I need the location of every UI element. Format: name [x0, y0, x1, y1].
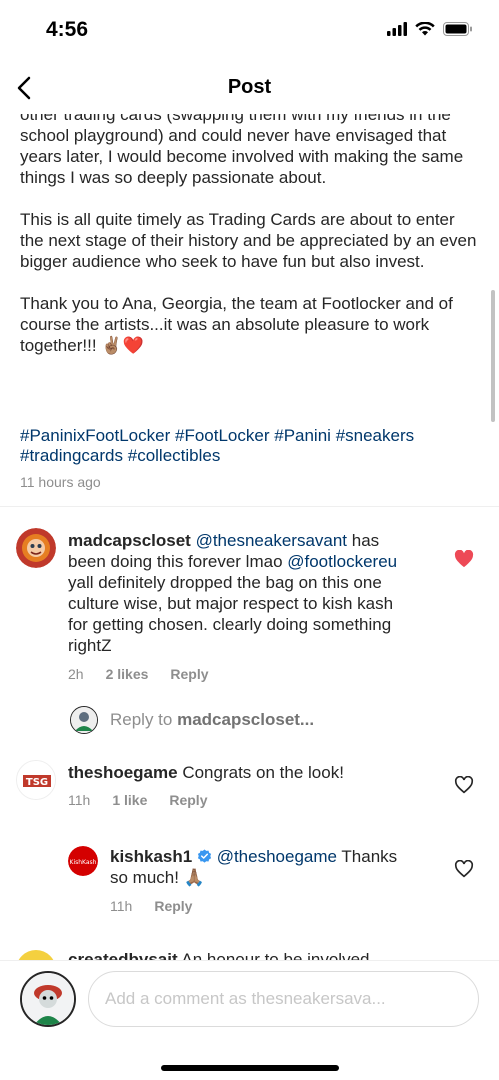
mention-link[interactable]: @theshoegame	[217, 847, 337, 866]
comment-username[interactable]: theshoegame	[68, 763, 178, 782]
comment-kishkash1: KishKash kishkash1 @theshoegame Thanks s…	[0, 840, 499, 930]
comment-likes[interactable]: 1 like	[112, 792, 147, 808]
comment-meta: 11h 1 like Reply	[68, 792, 229, 808]
status-bar: 4:56	[0, 0, 499, 62]
reply-to-row[interactable]: Reply to madcapscloset...	[70, 706, 314, 734]
mention-link[interactable]: @thesneakersavant	[196, 531, 347, 550]
comment-emoji: 🙏🏽	[183, 868, 205, 888]
avatar[interactable]	[16, 950, 56, 960]
heart-filled-icon[interactable]	[454, 550, 474, 568]
reply-to-prefix: Reply to	[110, 710, 178, 729]
heart-outline-icon[interactable]	[454, 860, 474, 878]
battery-icon	[443, 22, 472, 36]
comment-meta: 11h Reply	[110, 898, 214, 914]
divider	[0, 506, 499, 507]
comment-body: kishkash1 @theshoegame Thanks so much! 🙏…	[110, 846, 414, 889]
nav-bar: Post	[0, 62, 499, 114]
post-timestamp: 11 hours ago	[20, 474, 101, 490]
scrollbar[interactable]	[491, 290, 495, 422]
wifi-icon	[415, 22, 435, 36]
comment-body: madcapscloset @thesneakersavant has been…	[68, 530, 414, 656]
hashtag[interactable]: #FootLocker	[175, 426, 270, 445]
caption-paragraph-1: the school playground) and could never h…	[20, 114, 464, 187]
hashtag[interactable]: #sneakers	[336, 426, 414, 445]
verified-badge-icon	[197, 849, 212, 863]
hashtag-list: #PaninixFootLocker #FootLocker #Panini #…	[20, 426, 480, 466]
comment-meta: 2h 2 likes Reply	[68, 666, 231, 682]
comment-madcapscloset: madcapscloset @thesneakersavant has been…	[0, 520, 499, 690]
mention-link[interactable]: @footlockereu	[287, 552, 397, 571]
caption-cut-line: other trading cards (swapping them with …	[20, 114, 423, 124]
page-title: Post	[227, 76, 272, 98]
comment-body: theshoegame Congrats on the look!	[68, 762, 414, 783]
caption-emoji: ✌🏽❤️	[101, 336, 144, 356]
comment-time: 11h	[68, 792, 91, 808]
comment-likes[interactable]: 2 likes	[106, 666, 149, 682]
comment-time: 2h	[68, 666, 84, 682]
cellular-signal-icon	[387, 22, 407, 36]
hashtag[interactable]: #Panini	[274, 426, 331, 445]
comment-composer	[0, 960, 499, 1080]
reply-button[interactable]: Reply	[169, 792, 207, 808]
reply-button[interactable]: Reply	[170, 666, 208, 682]
caption-paragraph-3: Thank you to Ana, Georgia, the team at F…	[20, 294, 453, 355]
hashtag[interactable]: #PaninixFootLocker	[20, 426, 170, 445]
avatar[interactable]: TSG	[16, 760, 56, 800]
avatar	[70, 706, 98, 734]
hashtag[interactable]: #collectibles	[128, 446, 221, 465]
comment-username[interactable]: kishkash1	[110, 847, 192, 866]
comment-createdbysait: createdbysait An honour to be involved	[68, 950, 370, 960]
comment-input[interactable]	[88, 971, 479, 1027]
status-time: 4:56	[46, 18, 89, 41]
post-detail[interactable]: other trading cards (swapping them with …	[0, 114, 499, 960]
comment-text: yall definitely dropped the bag on this …	[68, 573, 394, 655]
comment-username[interactable]: madcapscloset	[68, 531, 191, 550]
svg-text:KishKash: KishKash	[70, 859, 97, 866]
comment-text: An honour to be involved	[177, 950, 370, 960]
home-indicator	[161, 1065, 339, 1071]
avatar[interactable]	[16, 528, 56, 568]
comment-theshoegame: TSG theshoegame Congrats on the look! 11…	[0, 754, 499, 824]
comment-username[interactable]: createdbysait	[68, 950, 178, 960]
svg-text:TSG: TSG	[26, 777, 48, 788]
avatar[interactable]: KishKash	[68, 846, 98, 876]
hashtag[interactable]: #tradingcards	[20, 446, 123, 465]
comment-text: Congrats on the look!	[177, 763, 344, 782]
current-user-avatar	[20, 971, 76, 1027]
reply-to-username: madcapscloset...	[177, 710, 315, 729]
heart-outline-icon[interactable]	[454, 776, 474, 794]
caption-paragraph-2: This is all quite timely as Trading Card…	[20, 210, 477, 271]
reply-button[interactable]: Reply	[154, 898, 192, 914]
post-caption: other trading cards (swapping them with …	[20, 114, 480, 378]
comment-time: 11h	[110, 898, 133, 914]
status-icons	[387, 22, 473, 36]
